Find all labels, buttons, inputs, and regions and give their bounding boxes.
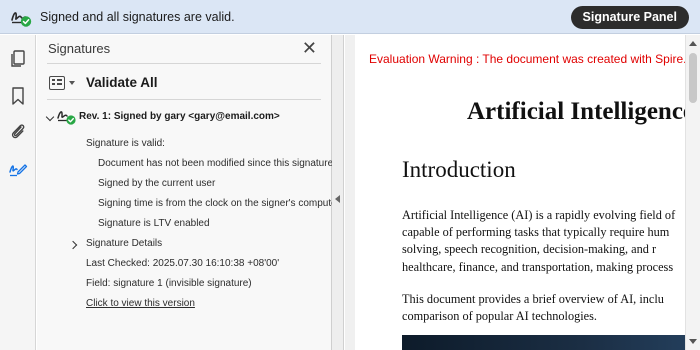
evaluation-warning: Evaluation Warning : The document was cr… bbox=[369, 52, 700, 66]
signature-valid-heading: Signature is valid: bbox=[86, 138, 165, 149]
paragraph-line: This document provides a brief overview … bbox=[402, 292, 664, 306]
copy-pages-icon[interactable] bbox=[8, 49, 28, 69]
validity-detail: Signature is LTV enabled bbox=[98, 218, 210, 229]
scrollbar-thumb[interactable] bbox=[689, 53, 697, 103]
paragraph: This document provides a brief overview … bbox=[402, 291, 664, 325]
validity-detail: Signed by the current user bbox=[98, 178, 216, 189]
panel-divider bbox=[47, 99, 321, 100]
signature-panel-button[interactable]: Signature Panel bbox=[570, 6, 689, 29]
signatures-panel: Signatures ✕ Validate All Rev. 1: Signed… bbox=[37, 35, 332, 350]
signature-pen-icon[interactable] bbox=[8, 159, 28, 179]
validate-all-row[interactable]: Validate All bbox=[47, 73, 307, 95]
signature-revision-item[interactable]: Rev. 1: Signed by gary <gary@email.com> bbox=[79, 111, 280, 122]
pdf-page: Evaluation Warning : The document was cr… bbox=[355, 35, 700, 350]
validate-all-button[interactable]: Validate All bbox=[86, 75, 158, 90]
validity-detail: Signing time is from the clock on the si… bbox=[98, 198, 332, 209]
panel-splitter[interactable] bbox=[332, 35, 344, 350]
attachment-paperclip-icon[interactable] bbox=[8, 121, 28, 141]
panel-title: Signatures bbox=[48, 41, 111, 56]
bookmark-icon[interactable] bbox=[8, 86, 28, 106]
close-icon[interactable]: ✕ bbox=[302, 39, 317, 57]
scroll-up-icon[interactable] bbox=[689, 41, 697, 46]
left-tool-rail bbox=[0, 35, 36, 350]
signature-status-message: Signed and all signatures are valid. bbox=[40, 10, 235, 24]
paragraph-line: comparison of popular AI technologies. bbox=[402, 309, 597, 324]
chevron-down-icon[interactable] bbox=[69, 81, 75, 85]
last-checked-text: Last Checked: 2025.07.30 16:10:38 +08'00… bbox=[86, 258, 280, 269]
signature-details-item[interactable]: Signature Details bbox=[86, 238, 162, 249]
view-version-link[interactable]: Click to view this version bbox=[86, 298, 195, 309]
paragraph: Artificial Intelligence (AI) is a rapidl… bbox=[402, 207, 675, 276]
signature-tree: Rev. 1: Signed by gary <gary@email.com> … bbox=[37, 103, 332, 350]
signature-status-bar: Signed and all signatures are valid. Sig… bbox=[0, 0, 700, 34]
section-heading: Introduction bbox=[402, 157, 516, 182]
document-viewer: Evaluation Warning : The document was cr… bbox=[345, 35, 700, 350]
options-list-icon[interactable] bbox=[49, 76, 65, 90]
expand-chevron-icon[interactable] bbox=[68, 240, 78, 250]
vertical-scrollbar[interactable] bbox=[685, 35, 700, 350]
collapse-panel-arrow-icon[interactable] bbox=[335, 195, 340, 203]
document-image bbox=[402, 335, 700, 350]
paragraph-line: healthcare, finance, and transportation,… bbox=[402, 259, 674, 274]
paragraph-line: Artificial Intelligence (AI) is a rapidl… bbox=[402, 208, 676, 222]
panel-divider bbox=[47, 63, 321, 64]
signature-valid-icon bbox=[57, 111, 76, 125]
scroll-down-icon[interactable] bbox=[689, 339, 697, 344]
field-info-text: Field: signature 1 (invisible signature) bbox=[86, 278, 252, 289]
validity-detail: Document has not been modified since thi… bbox=[98, 158, 332, 169]
paragraph-line: capable of performing tasks that typical… bbox=[402, 225, 670, 240]
document-title: Artificial Intelligence bbox=[467, 98, 695, 125]
signature-valid-icon bbox=[11, 12, 32, 27]
paragraph-line: solving, speech recognition, decision-ma… bbox=[402, 242, 657, 257]
collapse-chevron-icon[interactable] bbox=[45, 112, 55, 122]
